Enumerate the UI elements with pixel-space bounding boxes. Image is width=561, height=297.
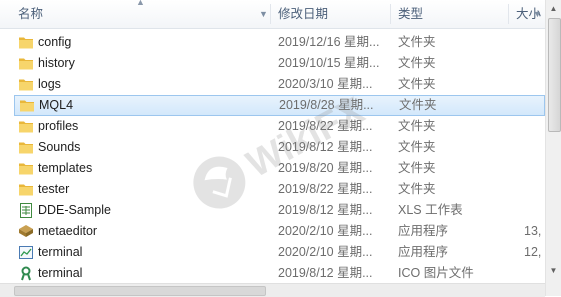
file-modified: 2019/8/22 星期... xyxy=(278,182,373,196)
column-separator[interactable] xyxy=(270,4,271,24)
file-row[interactable]: DDE-Sample 2019/8/12 星期... XLS 工作表 xyxy=(0,200,545,221)
file-size: 12, xyxy=(524,245,542,259)
file-modified: 2019/8/22 星期... xyxy=(278,119,373,133)
column-separator[interactable] xyxy=(508,4,509,24)
sort-ascending-icon: ▲ xyxy=(136,0,145,7)
file-name: MQL4 xyxy=(39,98,74,112)
folder-icon xyxy=(18,161,34,176)
file-name: history xyxy=(38,56,75,70)
file-row[interactable]: templates 2019/8/20 星期... 文件夹 xyxy=(0,158,545,179)
column-separator[interactable] xyxy=(390,4,391,24)
file-row[interactable]: config 2019/12/16 星期... 文件夹 xyxy=(0,32,545,53)
file-modified: 2019/8/12 星期... xyxy=(278,203,373,217)
folder-icon xyxy=(18,182,34,197)
file-modified: 2020/3/10 星期... xyxy=(278,77,373,91)
folder-icon xyxy=(18,77,34,92)
horizontal-scroll-thumb[interactable] xyxy=(14,286,266,296)
file-type: 文件夹 xyxy=(398,77,436,91)
file-row-selected[interactable]: MQL4 2019/8/28 星期... 文件夹 xyxy=(14,95,545,116)
file-size xyxy=(524,179,544,200)
file-size xyxy=(525,95,545,116)
column-header-name[interactable]: 名称 xyxy=(18,0,43,28)
file-name: profiles xyxy=(38,119,79,133)
file-modified: 2019/8/12 星期... xyxy=(278,266,373,280)
file-size xyxy=(524,53,544,74)
file-name: terminal xyxy=(38,245,83,259)
file-type: 文件夹 xyxy=(398,119,436,133)
file-size xyxy=(524,74,544,95)
file-type: 文件夹 xyxy=(398,161,436,175)
file-row[interactable]: profiles 2019/8/22 星期... 文件夹 xyxy=(0,116,545,137)
file-row[interactable]: tester 2019/8/22 星期... 文件夹 xyxy=(0,179,545,200)
file-size xyxy=(524,137,544,158)
file-type: 应用程序 xyxy=(398,224,449,238)
size-column-dropdown-icon[interactable]: ▼ xyxy=(533,0,542,28)
file-type: 文件夹 xyxy=(398,140,436,154)
vertical-scrollbar[interactable]: ▲ ▼ xyxy=(545,0,561,296)
file-name: terminal xyxy=(38,266,83,280)
name-column-dropdown-icon[interactable]: ▼ xyxy=(259,0,268,28)
file-size xyxy=(524,263,544,284)
vertical-scroll-thumb[interactable] xyxy=(548,18,561,132)
file-modified: 2019/8/12 星期... xyxy=(278,140,373,154)
file-name: templates xyxy=(38,161,93,175)
column-header-modified[interactable]: 修改日期 xyxy=(278,0,328,28)
file-name: config xyxy=(38,35,72,49)
file-row[interactable]: Sounds 2019/8/12 星期... 文件夹 xyxy=(0,137,545,158)
file-row[interactable]: terminal 2020/2/10 星期... 应用程序 12, xyxy=(0,242,545,263)
file-size xyxy=(524,158,544,179)
file-size xyxy=(524,32,544,53)
file-modified: 2020/2/10 星期... xyxy=(278,224,373,238)
column-header-bar: 名称 ▲ ▼ 修改日期 类型 大小 ▼ xyxy=(0,0,545,29)
file-type: ICO 图片文件 xyxy=(398,266,474,280)
file-name: metaeditor xyxy=(38,224,98,238)
file-name: Sounds xyxy=(38,140,81,154)
file-row[interactable]: history 2019/10/15 星期... 文件夹 xyxy=(0,53,545,74)
scroll-down-icon[interactable]: ▼ xyxy=(546,262,561,279)
file-name: DDE-Sample xyxy=(38,203,111,217)
file-size xyxy=(524,200,544,221)
file-row[interactable]: logs 2020/3/10 星期... 文件夹 xyxy=(0,74,545,95)
metaeditor-icon xyxy=(18,224,34,239)
file-type: 文件夹 xyxy=(398,182,436,196)
file-name: logs xyxy=(38,77,61,91)
column-header-type[interactable]: 类型 xyxy=(398,0,423,28)
file-modified: 2020/2/10 星期... xyxy=(278,245,373,259)
file-modified: 2019/8/20 星期... xyxy=(278,161,373,175)
file-type: 文件夹 xyxy=(398,35,436,49)
folder-icon xyxy=(18,35,34,50)
file-row[interactable]: terminal 2019/8/12 星期... ICO 图片文件 xyxy=(0,263,545,284)
file-size: 13, xyxy=(524,224,542,238)
file-type: 文件夹 xyxy=(398,56,436,70)
spreadsheet-icon xyxy=(18,203,34,218)
horizontal-scrollbar[interactable] xyxy=(0,283,545,297)
file-row[interactable]: metaeditor 2020/2/10 星期... 应用程序 13, xyxy=(0,221,545,242)
folder-icon xyxy=(18,140,34,155)
folder-icon xyxy=(19,98,35,113)
folder-icon xyxy=(18,56,34,71)
chart-app-icon xyxy=(18,245,34,260)
file-modified: 2019/10/15 星期... xyxy=(278,56,380,70)
ico-file-icon xyxy=(18,266,34,281)
folder-icon xyxy=(18,119,34,134)
file-type: 应用程序 xyxy=(398,245,449,259)
file-name: tester xyxy=(38,182,70,196)
file-modified: 2019/12/16 星期... xyxy=(278,35,380,49)
file-size xyxy=(524,116,544,137)
file-type: XLS 工作表 xyxy=(398,203,463,217)
file-type: 文件夹 xyxy=(399,98,437,112)
scroll-up-icon[interactable]: ▲ xyxy=(546,0,561,17)
file-modified: 2019/8/28 星期... xyxy=(279,98,374,112)
